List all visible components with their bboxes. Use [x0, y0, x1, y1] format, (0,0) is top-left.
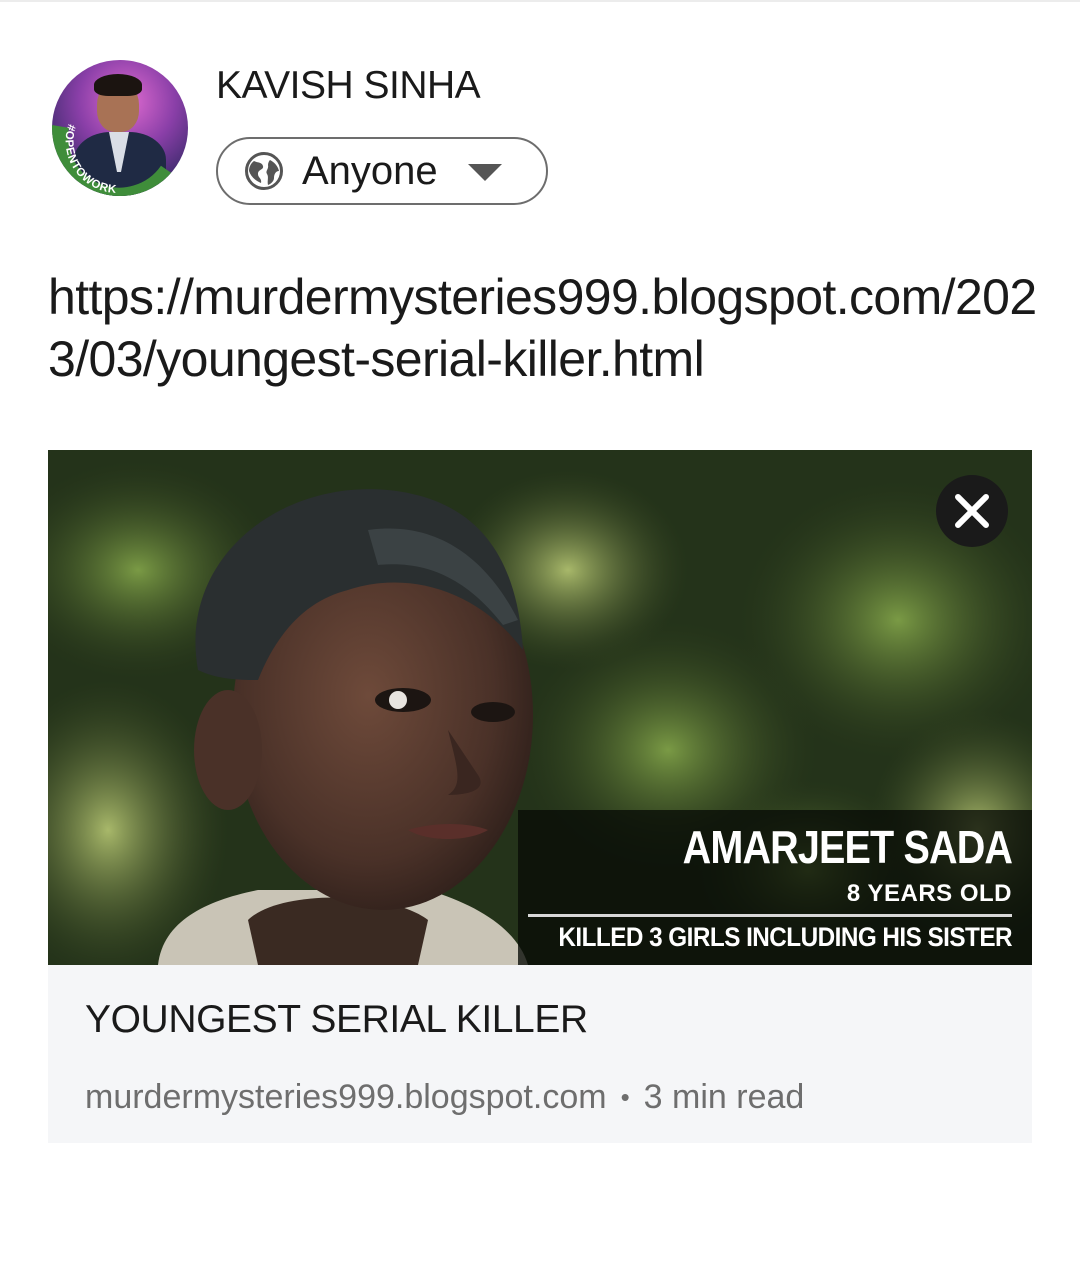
image-caption-overlay: AMARJEET SADA 8 YEARS OLD KILLED 3 GIRLS…	[518, 810, 1032, 965]
link-preview-card[interactable]: AMARJEET SADA 8 YEARS OLD KILLED 3 GIRLS…	[48, 450, 1032, 1143]
meta-separator: •	[620, 1082, 630, 1112]
link-preview-domain: murdermysteries999.blogspot.com	[85, 1078, 607, 1116]
visibility-label: Anyone	[302, 148, 438, 193]
author-name: KAVISH SINHA	[216, 64, 481, 107]
link-preview-title[interactable]: YOUNGEST SERIAL KILLER	[85, 998, 588, 1042]
author-avatar[interactable]: #OPENTOWORK	[52, 60, 188, 196]
caption-age: 8 YEARS OLD	[846, 880, 1012, 907]
top-divider	[0, 0, 1080, 2]
link-preview-meta: murdermysteries999.blogspot.com • 3 min …	[85, 1078, 804, 1117]
link-preview-read-time: 3 min read	[643, 1078, 805, 1116]
visibility-dropdown[interactable]: Anyone	[216, 137, 548, 205]
link-preview-image[interactable]: AMARJEET SADA 8 YEARS OLD KILLED 3 GIRLS…	[48, 450, 1032, 965]
close-icon	[955, 494, 989, 528]
caption-divider	[528, 914, 1012, 917]
open-to-work-ring: #OPENTOWORK	[52, 123, 180, 196]
caption-description: KILLED 3 GIRLS INCLUDING HIS SISTER	[558, 922, 1012, 952]
post-text[interactable]: https://murdermysteries999.blogspot.com/…	[48, 266, 1038, 390]
caret-down-icon	[467, 163, 502, 181]
caption-name: AMARJEET SADA	[682, 821, 1012, 873]
globe-icon	[245, 152, 283, 190]
close-preview-button[interactable]	[936, 475, 1008, 547]
